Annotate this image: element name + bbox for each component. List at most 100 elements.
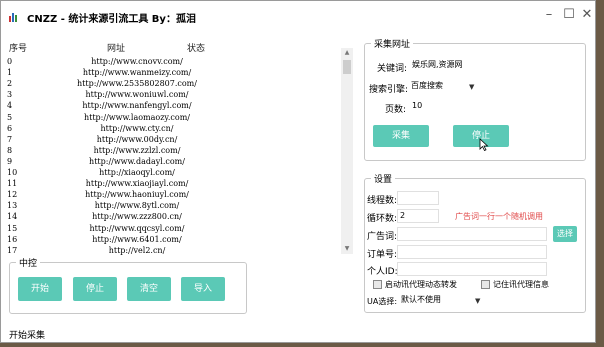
row-url: http://vel2.cn/	[108, 245, 166, 255]
scroll-up-icon[interactable]: ▲	[341, 48, 353, 58]
table-row[interactable]: 4 http://www.nanfengyl.com/	[7, 101, 345, 112]
row-url: http://xiaoqyl.com/	[99, 168, 175, 177]
remember-checkbox[interactable]	[481, 280, 490, 289]
row-url: http://www.dadayl.com/	[89, 156, 185, 166]
list-scrollbar[interactable]: ▲ ▼	[341, 48, 353, 254]
row-index: 5	[7, 112, 13, 122]
select-button[interactable]: 选择	[553, 226, 577, 242]
collect-group: 采集网址 关键词: 娱乐网,资源网 搜索引擎: 百度搜索 ▼ 页数: 10 采集…	[364, 37, 586, 161]
row-index: 0	[7, 57, 13, 66]
column-header-status[interactable]: 状态	[187, 41, 205, 54]
row-index: 1	[7, 68, 13, 78]
title-bar: CNZZ - 统计来源引流工具 By：孤泪 – ☐ ✕	[1, 1, 595, 31]
row-url: http://www.cnovv.com/	[91, 57, 183, 66]
ua-dropdown-arrow-icon[interactable]: ▼	[475, 297, 480, 305]
engine-label: 搜索引擎:	[369, 85, 409, 95]
pages-input[interactable]: 10	[410, 100, 446, 114]
row-index: 2	[7, 79, 13, 89]
table-row[interactable]: 11 http://www.xiaojiayl.com/	[7, 179, 345, 190]
row-index: 3	[7, 90, 13, 100]
stop-button[interactable]: 停止	[73, 277, 117, 301]
ad-label: 广告词:	[367, 232, 398, 242]
app-chart-icon	[9, 13, 17, 22]
column-header-index[interactable]: 序号	[9, 41, 27, 54]
row-url: http://www.laomaozy.com/	[83, 112, 191, 122]
table-row[interactable]: 10 http://xiaoqyl.com/	[7, 168, 345, 179]
row-url: http://www.zzlzl.com/	[93, 145, 181, 155]
proxy-checkbox-label: 启动讯代理动态转发	[385, 280, 457, 289]
ad-input[interactable]	[397, 227, 547, 241]
mouse-cursor-icon	[479, 138, 489, 151]
settings-group-legend: 设置	[371, 172, 396, 185]
row-index: 14	[7, 212, 18, 222]
row-index: 4	[7, 101, 13, 111]
row-url: http://www.haoniuyl.com/	[85, 190, 189, 200]
ua-label: UA选择:	[367, 297, 398, 306]
table-row[interactable]: 5 http://www.laomaozy.com/	[7, 113, 345, 124]
start-button[interactable]: 开始	[18, 277, 62, 301]
table-row[interactable]: 17 http://vel2.cn/	[7, 246, 345, 255]
table-row[interactable]: 15 http://www.qqcsyl.com/	[7, 224, 345, 235]
import-button[interactable]: 导入	[181, 277, 225, 301]
row-url: http://www.00dy.cn/	[96, 134, 178, 144]
table-row[interactable]: 7 http://www.00dy.cn/	[7, 135, 345, 146]
scroll-down-icon[interactable]: ▼	[341, 244, 353, 254]
row-index: 12	[7, 190, 18, 200]
personal-id-input[interactable]	[397, 262, 547, 276]
clear-button[interactable]: 清空	[127, 277, 171, 301]
window-title: CNZZ - 统计来源引流工具 By：孤泪	[27, 14, 196, 25]
ad-hint-text: 广告词一行一个随机调用	[455, 212, 543, 221]
table-row[interactable]: 3 http://www.woniuwl.com/	[7, 90, 345, 101]
keyword-input[interactable]: 娱乐网,资源网	[410, 59, 485, 73]
collect-button[interactable]: 采集	[373, 125, 429, 147]
table-row[interactable]: 14 http://www.zzz800.cn/	[7, 212, 345, 223]
table-row[interactable]: 8 http://www.zzlzl.com/	[7, 146, 345, 157]
personal-id-label: 个人ID:	[367, 267, 398, 277]
table-row[interactable]: 2 http://www.2535802807.com/	[7, 79, 345, 90]
row-index: 10	[7, 168, 18, 177]
table-row[interactable]: 13 http://www.8ytl.com/	[7, 201, 345, 212]
table-row[interactable]: 1 http://www.wanmeizy.com/	[7, 68, 345, 79]
row-index: 6	[7, 123, 13, 133]
row-index: 9	[7, 156, 13, 166]
threads-input[interactable]	[397, 191, 439, 205]
row-url: http://www.woniuwl.com/	[85, 90, 189, 100]
order-label: 订单号:	[367, 250, 398, 260]
ua-select[interactable]: 默认不使用	[399, 294, 479, 308]
order-input[interactable]	[397, 245, 547, 259]
row-url: http://www.2535802807.com/	[77, 79, 197, 89]
control-group-legend: 中控	[16, 256, 41, 269]
url-list[interactable]: 序号 网址 状态 0 http://www.cnovv.com/1 http://w…	[7, 41, 357, 255]
close-button[interactable]: ✕	[579, 7, 595, 23]
remember-checkbox-label: 记住讯代理信息	[493, 280, 549, 289]
row-url: http://www.8ytl.com/	[94, 201, 180, 211]
keyword-label: 关键词:	[377, 64, 408, 74]
loops-input[interactable]: 2	[397, 209, 439, 223]
column-header-url[interactable]: 网址	[107, 41, 125, 54]
maximize-button[interactable]: ☐	[561, 7, 577, 23]
row-url: http://www.qqcsyl.com/	[89, 223, 185, 233]
table-row[interactable]: 12 http://www.haoniuyl.com/	[7, 190, 345, 201]
dropdown-arrow-icon[interactable]: ▼	[469, 83, 474, 91]
table-row[interactable]: 0 http://www.cnovv.com/	[7, 57, 345, 68]
row-index: 16	[7, 234, 18, 244]
row-index: 15	[7, 223, 18, 233]
row-index: 8	[7, 145, 13, 155]
table-row[interactable]: 6 http://www.cty.cn/	[7, 124, 345, 135]
row-url: http://www.nanfengyl.com/	[82, 101, 192, 111]
row-url: http://www.wanmeizy.com/	[82, 68, 192, 78]
status-text: 开始采集	[9, 331, 46, 341]
proxy-checkbox[interactable]	[373, 280, 382, 289]
row-url: http://www.zzz800.cn/	[92, 212, 182, 222]
settings-group: 设置 线程数: 循环数: 2 广告词一行一个随机调用 广告词: 选择 订单号: …	[364, 172, 586, 313]
row-url: http://www.6401.com/	[92, 234, 182, 244]
control-group: 中控 开始 停止 清空 导入	[9, 256, 247, 314]
minimize-button[interactable]: –	[541, 7, 557, 23]
loops-label: 循环数:	[367, 214, 398, 224]
table-row[interactable]: 16 http://www.6401.com/	[7, 235, 345, 246]
scroll-thumb[interactable]	[343, 60, 351, 74]
table-row[interactable]: 9 http://www.dadayl.com/	[7, 157, 345, 168]
engine-select[interactable]: 百度搜索	[409, 80, 473, 94]
threads-label: 线程数:	[367, 196, 398, 206]
row-index: 13	[7, 201, 18, 211]
